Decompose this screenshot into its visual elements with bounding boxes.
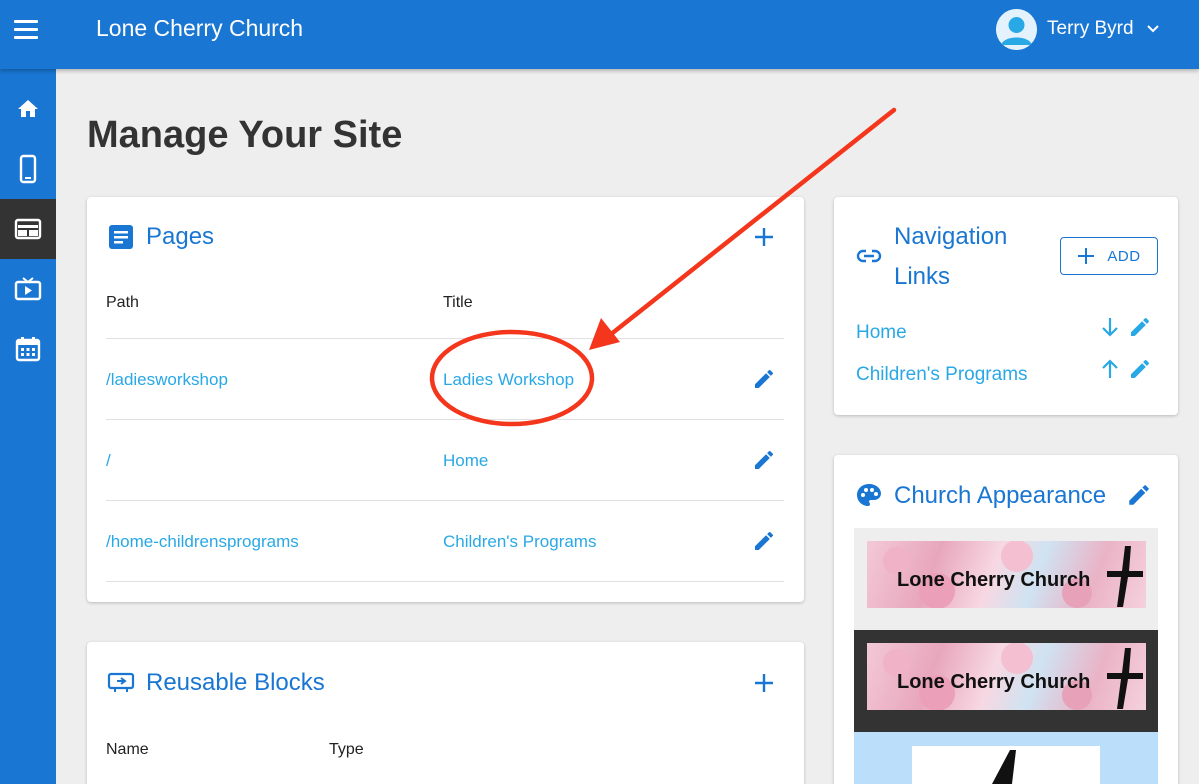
mobile-icon [19,154,37,184]
sidebar-item-web[interactable] [0,199,56,259]
reusable-blocks-card [87,642,804,784]
column-header-path: Path [106,294,139,311]
page-path-link[interactable]: /ladiesworkshop [106,370,228,390]
page-title-link[interactable]: Children's Programs [443,532,596,552]
arrow-up-icon[interactable] [1098,357,1122,381]
chevron-down-icon [1146,25,1159,33]
avatar [996,8,1037,50]
banner-image: Lone Cherry Church [867,541,1146,608]
page-path-link[interactable]: /home-childrensprograms [106,532,299,552]
nav-link-home[interactable]: Home [856,322,907,344]
banner-preview-blue [854,732,1158,784]
edit-icon[interactable] [752,448,776,472]
edit-icon[interactable] [752,529,776,553]
arrow-down-icon[interactable] [1098,315,1122,339]
add-link-button[interactable]: ADD [1060,237,1158,275]
page-title: Manage Your Site [87,114,403,156]
calendar-icon [15,337,41,362]
reusable-blocks-title: Reusable Blocks [146,669,325,696]
column-header-title: Title [443,294,473,311]
column-header-name: Name [106,741,149,758]
navigation-links-title: Links [894,263,951,290]
block-icon [107,672,135,692]
add-block-icon[interactable] [752,671,776,695]
edit-icon[interactable] [1128,315,1152,339]
banner-preview-dark: Lone Cherry Church [854,630,1158,732]
palette-icon [857,484,881,506]
banner-preview-light: Lone Cherry Church [854,528,1158,630]
sidebar-item-home[interactable] [0,79,56,139]
church-appearance-title: Church Appearance [894,482,1107,509]
edit-icon[interactable] [1128,357,1152,381]
add-page-icon[interactable] [752,225,776,249]
edit-icon[interactable] [752,367,776,391]
banner-image: Lone Cherry Church [867,643,1146,710]
page-path-link[interactable]: / [106,451,111,471]
document-icon [109,225,133,249]
divider [106,419,784,420]
user-menu[interactable]: Terry Byrd [996,8,1160,50]
link-icon [856,249,882,263]
navigation-links-title: Navigation [894,223,1008,250]
column-header-type: Type [329,741,364,758]
add-link-label: ADD [1107,247,1141,265]
pages-title: Pages [146,223,215,250]
logo-preview [912,746,1100,784]
menu-icon[interactable] [14,20,38,40]
divider [106,500,784,501]
divider [106,338,784,339]
plus-icon [1078,248,1095,264]
sidebar-item-calendar[interactable] [0,319,56,379]
sidebar [0,69,56,784]
web-icon [14,218,42,240]
page-title-link[interactable]: Home [443,451,488,471]
edit-icon[interactable] [1126,482,1152,508]
tv-icon [14,277,42,301]
app-title: Lone Cherry Church [96,15,304,41]
app-bar: Lone Cherry Church Terry Byrd [0,0,1199,69]
sidebar-item-mobile[interactable] [0,139,56,199]
sidebar-item-media[interactable] [0,259,56,319]
home-icon [18,100,38,117]
divider [106,581,784,582]
user-name: Terry Byrd [1047,18,1134,39]
nav-link-childrens-programs[interactable]: Children's Programs [856,364,1028,386]
banner-text: Lone Cherry Church [897,671,1091,693]
page-title-link[interactable]: Ladies Workshop [443,370,574,390]
banner-text: Lone Cherry Church [897,569,1091,591]
